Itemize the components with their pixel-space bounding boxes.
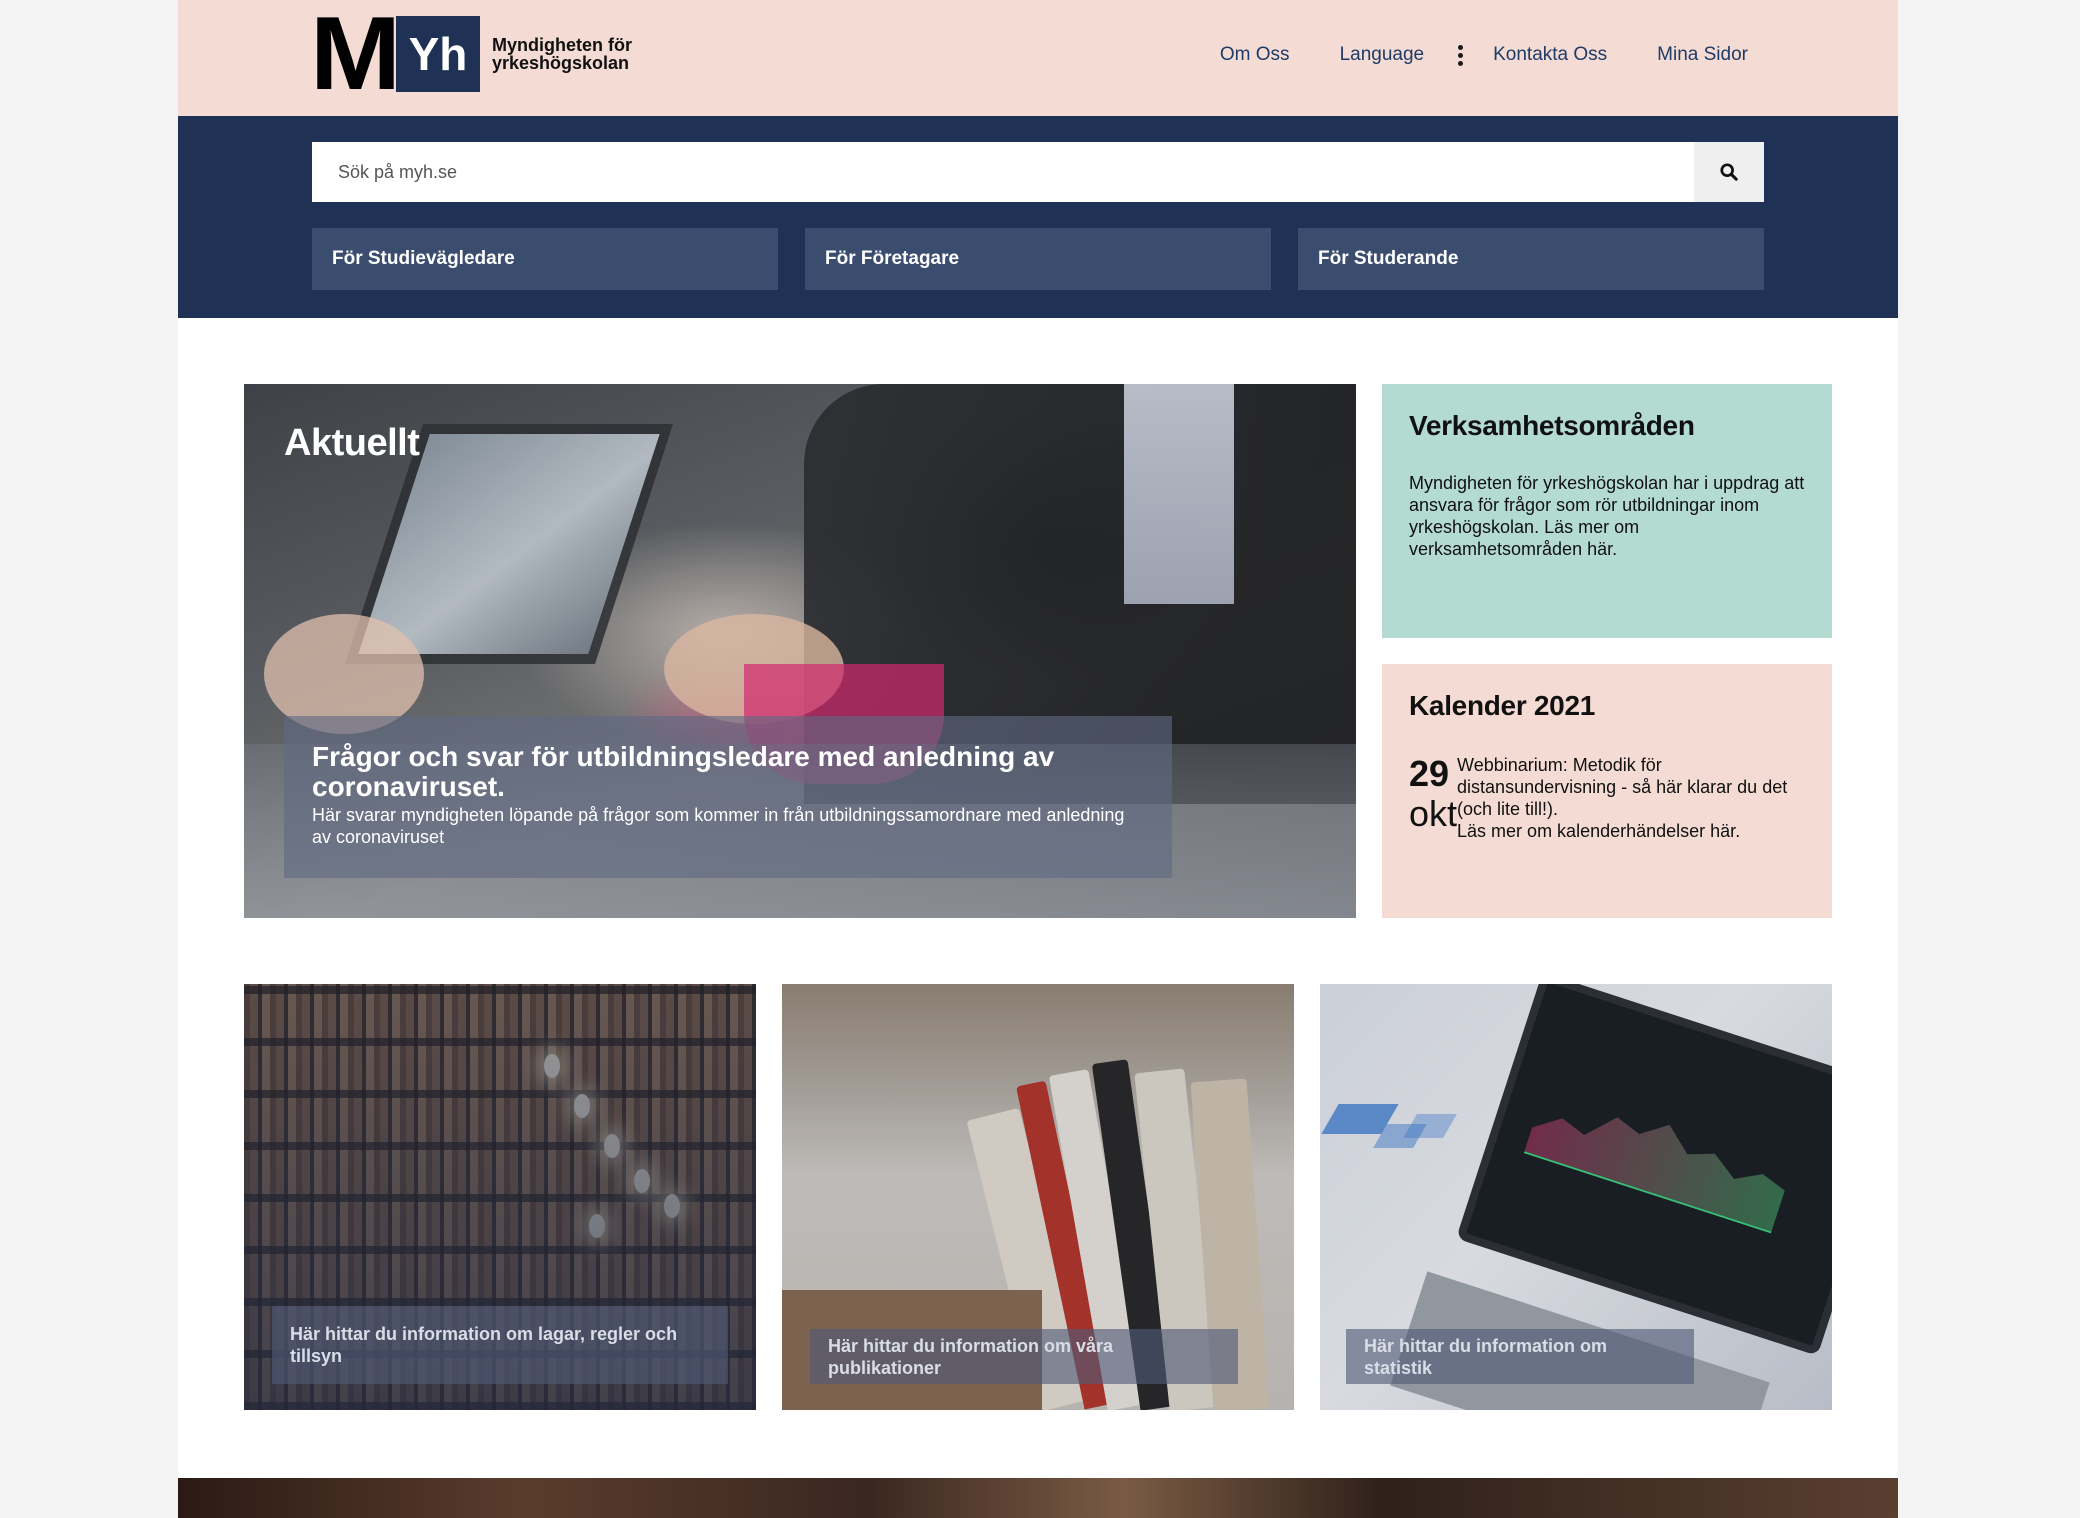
nav-mina-sidor[interactable]: Mina Sidor <box>1657 44 1748 66</box>
event-date: 29 okt <box>1409 754 1457 842</box>
kalender-card: Kalender 2021 29 okt Webbinarium: Metodi… <box>1382 664 1832 918</box>
top-nav: Om Oss Language Kontakta Oss Mina Sidor <box>1170 44 1748 66</box>
nav-om-oss[interactable]: Om Oss <box>1220 44 1290 66</box>
event-month: okt <box>1409 793 1458 834</box>
verksamhet-title: Verksamhetsområden <box>1409 410 1695 441</box>
logo[interactable]: M Yh Myndigheten för yrkeshögskolan <box>309 16 652 92</box>
hero-news-item[interactable]: Frågor och svar för utbildningsledare me… <box>284 716 1172 878</box>
bottom-banner-image <box>178 1478 1898 1518</box>
kalender-title: Kalender 2021 <box>1409 690 1595 721</box>
hero-headline: Frågor och svar för utbildningsledare me… <box>312 741 1055 802</box>
nav-kontakta-oss[interactable]: Kontakta Oss <box>1493 44 1607 66</box>
calendar-event: 29 okt Webbinarium: Metodik för distansu… <box>1409 754 1805 842</box>
logo-m: M <box>309 16 397 92</box>
event-title[interactable]: Webbinarium: Metodik för distansundervis… <box>1457 755 1787 819</box>
hero-text: Här svarar myndigheten löpande på frågor… <box>312 805 1125 847</box>
event-description: Webbinarium: Metodik för distansundervis… <box>1457 754 1805 842</box>
tile-publikationer[interactable]: Här hittar du information om våra publik… <box>782 984 1294 1410</box>
search-icon <box>1720 163 1738 181</box>
verksamhet-text: Myndigheten för yrkeshögskolan har i upp… <box>1409 473 1805 559</box>
hero-news: Aktuellt Frågor och svar för utbildnings… <box>244 384 1356 918</box>
tile-statistik[interactable]: Här hittar du information om statistik <box>1320 984 1832 1410</box>
audience-studerande[interactable]: För Studerande <box>1298 228 1764 290</box>
tile-lagar[interactable]: Här hittar du information om lagar, regl… <box>244 984 756 1410</box>
tile-label-lagar: Här hittar du information om lagar, regl… <box>272 1306 728 1384</box>
page: M Yh Myndigheten för yrkeshögskolan Om O… <box>178 0 1898 1518</box>
hero-photo-shirt <box>1124 384 1234 604</box>
kebab-icon[interactable] <box>1458 44 1464 66</box>
nav-language[interactable]: Language <box>1340 44 1425 66</box>
event-day: 29 <box>1409 753 1450 794</box>
search-button[interactable] <box>1694 142 1764 202</box>
tile-label-publikationer: Här hittar du information om våra publik… <box>810 1329 1238 1384</box>
logo-yh: Yh <box>396 16 480 92</box>
audience-foretagare[interactable]: För Företagare <box>805 228 1271 290</box>
search-bar <box>312 142 1764 202</box>
calendar-more-link[interactable]: Läs mer om kalenderhändelser här. <box>1457 820 1805 842</box>
hero-title: Aktuellt <box>284 422 420 464</box>
site-header: M Yh Myndigheten för yrkeshögskolan Om O… <box>178 0 1898 116</box>
verksamhet-card[interactable]: Verksamhetsområden Myndigheten för yrkes… <box>1382 384 1832 638</box>
tile-label-statistik: Här hittar du information om statistik <box>1346 1329 1694 1384</box>
audience-studievagledare[interactable]: För Studievägledare <box>312 228 778 290</box>
search-band: För Studievägledare För Företagare För S… <box>178 116 1898 318</box>
logo-text: Myndigheten för yrkeshögskolan <box>492 35 632 73</box>
search-input[interactable] <box>312 142 1694 202</box>
